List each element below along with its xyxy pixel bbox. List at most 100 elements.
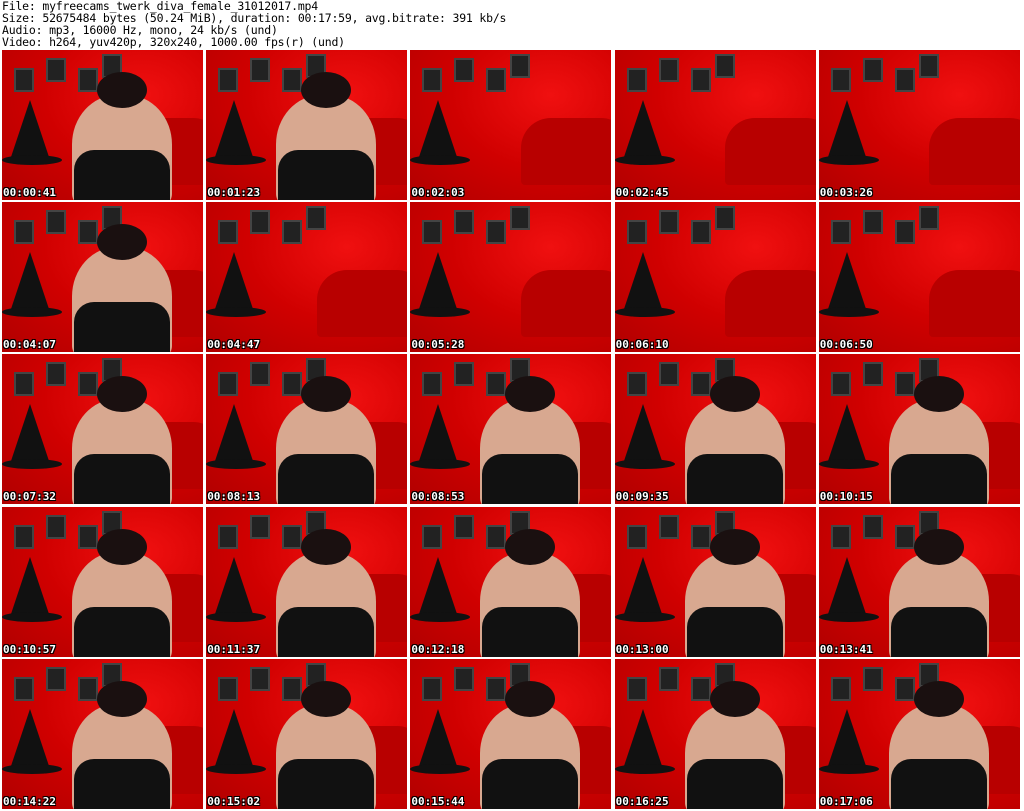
hair [97, 72, 147, 108]
black-top [686, 454, 783, 505]
witch-hat [10, 252, 50, 313]
video-thumbnail: 00:08:13 [206, 354, 408, 505]
hair [913, 680, 964, 717]
black-top [74, 150, 170, 200]
witch-hat [214, 708, 255, 769]
timestamp-label: 00:12:18 [411, 642, 465, 656]
picture-frame [218, 676, 239, 701]
witch-hat [418, 556, 459, 617]
video-thumbnail: 00:13:00 [614, 506, 816, 657]
timestamp-label: 00:04:07 [3, 338, 56, 352]
timestamp-label: 00:02:45 [615, 186, 669, 199]
picture-frame [46, 58, 66, 82]
hair [505, 528, 556, 565]
black-top [278, 606, 375, 657]
video-thumbnail: 00:10:15 [818, 354, 1020, 505]
witch-hat [826, 100, 867, 160]
video-info-line: Video: h264, yuv420p, 320x240, 1000.00 f… [2, 35, 345, 49]
picture-frame [250, 666, 271, 691]
picture-frame [862, 210, 883, 235]
timestamp-label: 00:05:28 [411, 338, 465, 352]
sofa [520, 269, 612, 338]
black-top [74, 758, 170, 809]
picture-frame [510, 54, 531, 78]
witch-hat [214, 404, 255, 465]
timestamp-label: 00:08:53 [411, 490, 465, 504]
video-thumbnail: 00:06:10 [614, 202, 816, 353]
hair [97, 224, 147, 261]
picture-frame [78, 676, 98, 701]
picture-frame [862, 514, 883, 539]
picture-frame [626, 372, 647, 397]
picture-frame [250, 362, 271, 387]
hair [505, 680, 556, 717]
black-top [482, 454, 579, 505]
hair [709, 528, 760, 565]
picture-frame [78, 220, 98, 245]
witch-hat-brim [818, 611, 879, 622]
video-thumbnail: 00:12:18 [410, 506, 612, 657]
hair [709, 376, 760, 413]
video-thumbnail: 00:02:03 [410, 50, 612, 200]
picture-frame [78, 372, 98, 397]
hair [97, 680, 147, 717]
picture-frame [46, 666, 66, 691]
timestamp-label: 00:06:50 [819, 338, 873, 352]
witch-hat [826, 708, 867, 769]
picture-frame [46, 362, 66, 387]
picture-frame [454, 58, 475, 82]
witch-hat-brim [206, 611, 267, 622]
picture-frame [690, 68, 711, 92]
black-top [278, 454, 375, 505]
thumbnail-grid: 00:00:41 00:01:23 00:02:03 00:02:45 00:03:26… [2, 50, 1024, 811]
video-thumbnail: 00:16:25 [614, 658, 816, 809]
witch-hat-brim [614, 611, 675, 622]
picture-frame [454, 666, 475, 691]
picture-frame [830, 676, 851, 701]
picture-frame [658, 58, 679, 82]
picture-frame [830, 524, 851, 549]
black-top [890, 606, 987, 657]
picture-frame [454, 362, 475, 387]
witch-hat [622, 404, 663, 465]
picture-frame [46, 210, 66, 235]
timestamp-label: 00:08:13 [207, 490, 261, 504]
picture-frame [218, 220, 239, 245]
witch-hat [622, 252, 663, 313]
black-top [278, 758, 375, 809]
black-top [74, 606, 170, 657]
video-thumbnail: 00:15:44 [410, 658, 612, 809]
black-top [686, 758, 783, 809]
picture-frame [918, 206, 939, 231]
video-thumbnail: 00:05:28 [410, 202, 612, 353]
video-thumbnail: 00:00:41 [2, 50, 203, 200]
picture-frame [830, 68, 851, 92]
picture-frame [714, 54, 735, 78]
picture-frame [894, 220, 915, 245]
video-thumbnail: 00:07:32 [2, 354, 203, 505]
timestamp-label: 00:02:03 [411, 186, 465, 199]
picture-frame [14, 220, 34, 245]
timestamp-label: 00:06:10 [615, 338, 669, 352]
picture-frame [454, 514, 475, 539]
sofa [316, 269, 408, 338]
picture-frame [250, 514, 271, 539]
timestamp-label: 00:01:23 [207, 186, 261, 199]
witch-hat [10, 404, 50, 465]
picture-frame [422, 372, 443, 397]
hair [913, 528, 964, 565]
picture-frame [690, 220, 711, 245]
video-thumbnail: 00:08:53 [410, 354, 612, 505]
witch-hat [418, 404, 459, 465]
witch-hat [826, 404, 867, 465]
picture-frame [218, 68, 239, 92]
picture-frame [306, 206, 327, 231]
picture-frame [218, 372, 239, 397]
witch-hat-brim [614, 155, 675, 165]
picture-frame [486, 68, 507, 92]
picture-frame [626, 524, 647, 549]
sofa [725, 117, 816, 185]
video-thumbnail: 00:03:26 [818, 50, 1020, 200]
file-info-header: File: myfreecams_twerk_diva_female_31012… [2, 0, 506, 48]
picture-frame [862, 362, 883, 387]
